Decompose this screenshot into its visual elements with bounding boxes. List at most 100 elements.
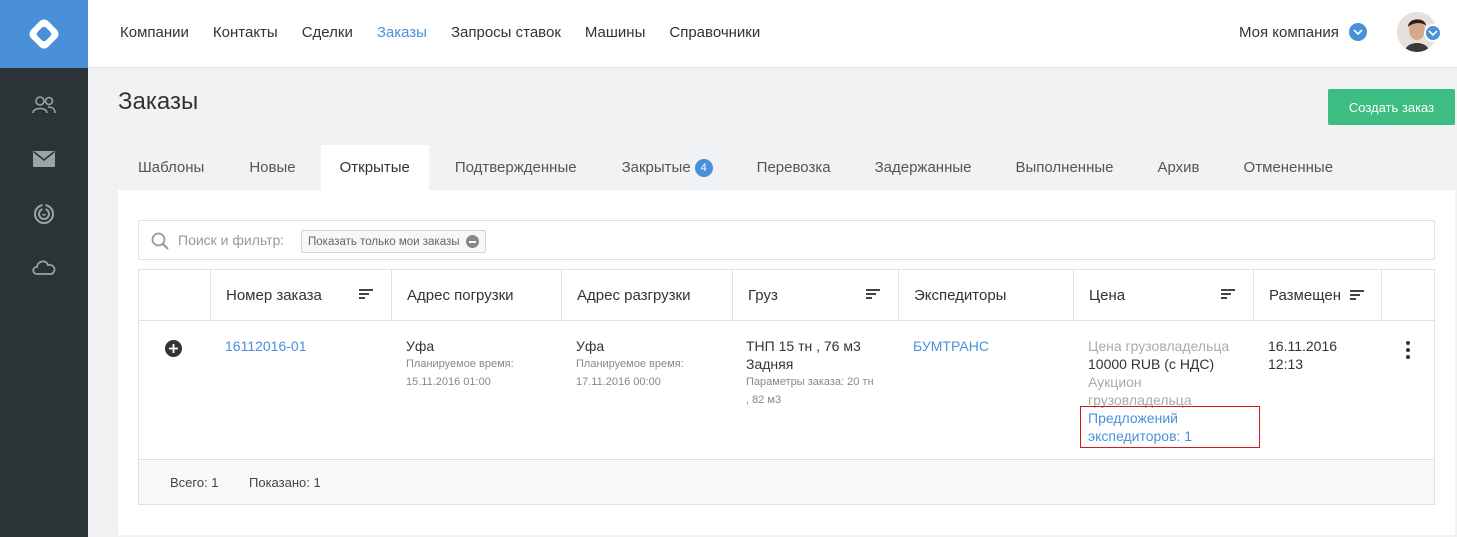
filter-chip-label: Показать только мои заказы <box>308 235 460 248</box>
nav-item-contacts[interactable]: Контакты <box>213 24 278 41</box>
column-header-unload-address[interactable]: Адрес разгрузки <box>562 270 733 321</box>
column-header-expand <box>139 270 211 321</box>
tab-label: Отмененные <box>1243 159 1334 176</box>
tab-open[interactable]: Открытые <box>320 145 429 190</box>
total-count: Всего: 1 <box>170 475 219 490</box>
sidebar-item-cloud[interactable] <box>0 240 88 294</box>
filter-chip-my-orders[interactable]: Показать только мои заказы <box>301 230 486 253</box>
tab-label: Новые <box>249 159 296 176</box>
logo[interactable] <box>0 0 88 68</box>
search-icon <box>151 232 169 250</box>
cargo-params-volume: , 82 м3 <box>746 394 782 406</box>
nav-item-deals[interactable]: Сделки <box>302 24 353 41</box>
sort-icon[interactable] <box>1221 289 1235 300</box>
tab-completed[interactable]: Выполненные <box>994 145 1136 190</box>
chevron-down-icon <box>1348 23 1367 41</box>
forwarder-link[interactable]: БУМТРАНС <box>913 337 989 355</box>
sort-icon[interactable] <box>359 289 373 300</box>
tab-closed[interactable]: Закрытые 4 <box>600 145 735 190</box>
nav-item-directories[interactable]: Справочники <box>669 24 760 41</box>
page-title: Заказы <box>118 88 199 115</box>
company-selector[interactable]: Моя компания <box>1239 23 1367 41</box>
sort-icon[interactable] <box>866 289 880 300</box>
table-row: 16112016-01 Уфа Планируемое время: 15.11… <box>139 321 1434 460</box>
tab-label: Архив <box>1157 159 1200 176</box>
expand-row-button[interactable] <box>165 340 182 357</box>
tab-label: Шаблоны <box>138 159 205 176</box>
nav-item-rate-requests[interactable]: Запросы ставок <box>451 24 561 41</box>
radar-icon <box>34 203 54 224</box>
main-nav: Компании Контакты Сделки Заказы Запросы … <box>120 24 784 41</box>
column-header-label: Номер заказа <box>226 287 322 304</box>
unload-address-cell: Уфа Планируемое время: 17.11.2016 00:00 <box>576 337 684 391</box>
column-header-order-number[interactable]: Номер заказа <box>211 270 392 321</box>
row-menu-icon[interactable] <box>1405 341 1411 359</box>
column-header-cargo[interactable]: Груз <box>733 270 899 321</box>
unload-time: 17.11.2016 00:00 <box>576 376 661 388</box>
logo-icon <box>29 19 59 49</box>
order-number-link[interactable]: 16112016-01 <box>225 337 306 355</box>
cargo-description: ТНП 15 тн , 76 м3 <box>746 338 861 354</box>
tab-label: Перевозка <box>756 159 831 176</box>
table-footer: Всего: 1 Показано: 1 <box>139 461 1434 504</box>
column-header-label: Груз <box>748 287 778 304</box>
tab-archive[interactable]: Архив <box>1136 145 1222 190</box>
column-header-label: Адрес погрузки <box>407 287 514 304</box>
price-label: Цена грузовладельца <box>1088 338 1230 354</box>
placed-cell: 16.11.2016 12:13 <box>1268 337 1337 373</box>
column-header-label: Размещен <box>1269 287 1342 304</box>
nav-item-companies[interactable]: Компании <box>120 24 189 41</box>
plus-icon <box>169 344 178 353</box>
shown-count: Показано: 1 <box>249 475 321 490</box>
cargo-params: Параметры заказа: 20 тн <box>746 376 874 388</box>
tab-delayed[interactable]: Задержанные <box>853 145 994 190</box>
tab-new[interactable]: Новые <box>224 145 320 190</box>
chevron-down-icon <box>1424 24 1442 42</box>
tab-label: Открытые <box>339 159 410 176</box>
tab-cancelled[interactable]: Отмененные <box>1222 145 1356 190</box>
cloud-icon <box>32 260 56 275</box>
company-name: Моя компания <box>1239 23 1339 41</box>
unload-city: Уфа <box>576 338 605 354</box>
top-bar: Компании Контакты Сделки Заказы Запросы … <box>88 0 1457 68</box>
column-header-price[interactable]: Цена <box>1074 270 1254 321</box>
price-value: 10000 RUB (с НДС) <box>1088 356 1215 372</box>
create-order-button[interactable]: Создать заказ <box>1328 89 1455 125</box>
offers-highlight-box <box>1080 406 1260 448</box>
orders-table: Номер заказа Адрес погрузки Адрес разгру… <box>138 269 1435 505</box>
column-header-label: Цена <box>1089 287 1126 304</box>
placed-time: 12:13 <box>1268 356 1304 372</box>
user-menu[interactable] <box>1397 12 1445 56</box>
sidebar-item-contacts[interactable] <box>0 78 88 132</box>
placed-date: 16.11.2016 <box>1268 338 1338 354</box>
sort-icon[interactable] <box>1350 290 1365 301</box>
sidebar <box>0 0 88 537</box>
tab-label: Задержанные <box>874 159 972 176</box>
table-header: Номер заказа Адрес погрузки Адрес разгру… <box>139 270 1434 321</box>
tab-label: Выполненные <box>1015 159 1114 176</box>
column-header-actions <box>1382 270 1434 321</box>
sidebar-item-mail[interactable] <box>0 132 88 186</box>
auction-label: Аукцион <box>1088 374 1142 390</box>
column-header-load-address[interactable]: Адрес погрузки <box>392 270 562 321</box>
count-badge: 4 <box>694 158 713 177</box>
load-time: 15.11.2016 01:00 <box>406 376 491 388</box>
tab-confirmed[interactable]: Подтвержденные <box>429 145 600 190</box>
search-input[interactable] <box>178 232 298 248</box>
tab-label: Закрытые <box>621 159 691 176</box>
tab-label: Подтвержденные <box>454 159 577 176</box>
cargo-cell: ТНП 15 тн , 76 м3 Задняя Параметры заказ… <box>746 337 874 409</box>
tab-templates[interactable]: Шаблоны <box>118 145 224 190</box>
column-header-placed[interactable]: Размещен <box>1254 270 1382 321</box>
order-tabs: Шаблоны Новые Открытые Подтвержденные За… <box>118 145 1355 190</box>
nav-item-orders[interactable]: Заказы <box>377 24 427 41</box>
column-header-forwarders[interactable]: Экспедиторы <box>899 270 1074 321</box>
tab-transport[interactable]: Перевозка <box>735 145 853 190</box>
mail-icon <box>33 151 55 167</box>
remove-icon[interactable] <box>465 235 479 248</box>
nav-item-vehicles[interactable]: Машины <box>585 24 645 41</box>
load-city: Уфа <box>406 338 435 354</box>
sidebar-item-radar[interactable] <box>0 186 88 240</box>
cargo-loading-type: Задняя <box>746 356 794 372</box>
users-icon <box>32 96 56 114</box>
